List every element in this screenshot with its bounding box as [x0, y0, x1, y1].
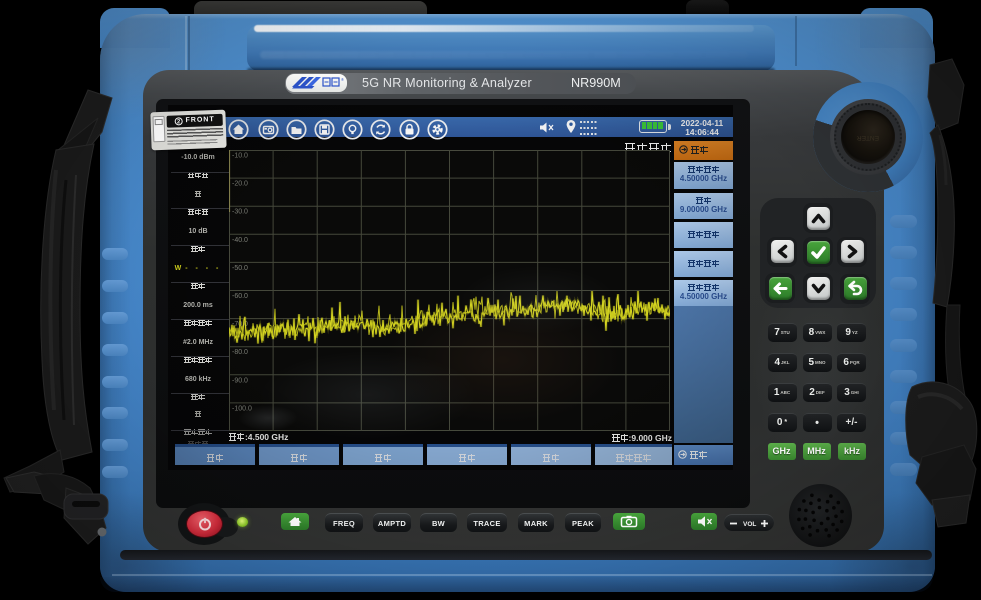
svg-text:VOL: VOL	[743, 521, 756, 528]
svg-text:®: ®	[341, 77, 344, 82]
